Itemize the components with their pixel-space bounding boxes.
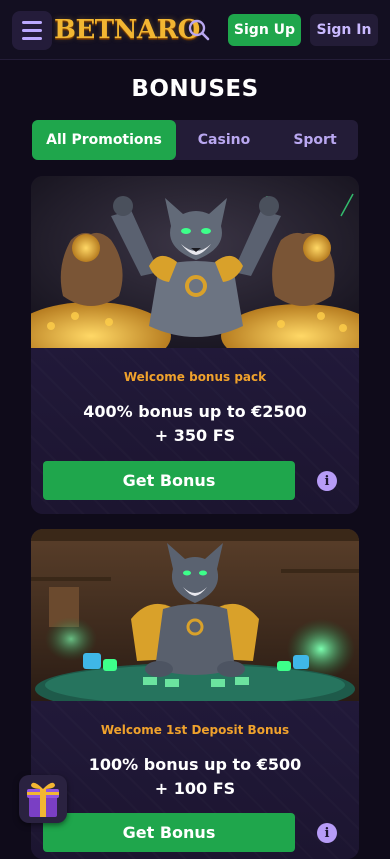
promotion-tag: Welcome bonus pack bbox=[123, 370, 267, 384]
promotion-tag: Welcome 1st Deposit Bonus bbox=[100, 723, 290, 737]
brand-logo[interactable]: BETNARO bbox=[54, 10, 200, 50]
promotion-title-line1: 100% bonus up to €500 bbox=[88, 755, 302, 774]
gift-button[interactable] bbox=[19, 775, 67, 823]
promotion-card-body: Welcome 1st Deposit Bonus 100% bonus up … bbox=[31, 701, 359, 859]
promotion-card: Welcome bonus pack 400% bonus up to €250… bbox=[31, 176, 359, 514]
tab-all-promotions[interactable]: All Promotions bbox=[32, 120, 176, 160]
info-icon[interactable]: i bbox=[317, 471, 337, 491]
top-header: BETNARO Sign Up Sign In bbox=[0, 0, 390, 60]
menu-button[interactable] bbox=[12, 11, 52, 50]
info-icon[interactable]: i bbox=[317, 823, 337, 843]
search-icon[interactable] bbox=[188, 19, 210, 41]
menu-icon-bar bbox=[22, 37, 42, 40]
sign-up-button[interactable]: Sign Up bbox=[228, 14, 301, 46]
promotion-card: Welcome 1st Deposit Bonus 100% bonus up … bbox=[31, 529, 359, 859]
sign-in-button[interactable]: Sign In bbox=[310, 14, 378, 46]
page-title: BONUSES bbox=[131, 76, 259, 102]
promotion-tabs: All Promotions Casino Sport bbox=[32, 120, 358, 160]
promotion-title-line2: + 350 FS bbox=[154, 426, 236, 445]
menu-icon-bar bbox=[22, 21, 42, 24]
wolf-with-gold-bags-illustration bbox=[31, 176, 359, 348]
wolf-at-casino-table-illustration bbox=[31, 529, 359, 701]
promotion-title-line1: 400% bonus up to €2500 bbox=[83, 402, 307, 421]
menu-icon-bar bbox=[22, 29, 42, 32]
tab-sport[interactable]: Sport bbox=[272, 120, 358, 160]
tab-casino[interactable]: Casino bbox=[176, 120, 272, 160]
promotion-title-line2: + 100 FS bbox=[154, 779, 236, 798]
gift-box-icon bbox=[27, 782, 59, 817]
get-bonus-button[interactable]: Get Bonus bbox=[43, 461, 295, 500]
get-bonus-button[interactable]: Get Bonus bbox=[43, 813, 295, 852]
promotion-card-body: Welcome bonus pack 400% bonus up to €250… bbox=[31, 348, 359, 514]
